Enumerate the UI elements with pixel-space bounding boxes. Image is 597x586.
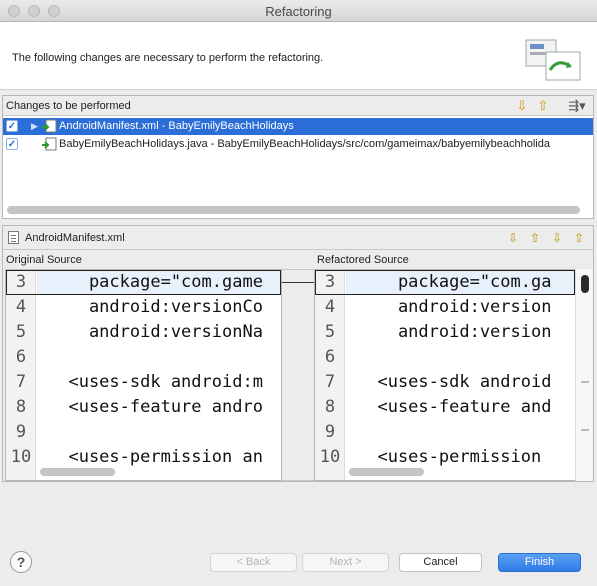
original-horizontal-scrollbar[interactable] bbox=[40, 468, 115, 476]
code-line: 5 android:versionNa bbox=[6, 320, 281, 345]
diff-connector-strip bbox=[282, 269, 314, 481]
code-line: 6 bbox=[315, 345, 575, 370]
line-number: 3 bbox=[324, 272, 336, 292]
change-checkbox[interactable]: ✓ bbox=[6, 138, 18, 150]
line-number: 3 bbox=[15, 272, 27, 292]
line-number: 8 bbox=[324, 397, 336, 417]
original-source-pane[interactable]: 3 package="com.game 4 android:versionCo 5 … bbox=[5, 269, 282, 481]
line-number: 7 bbox=[324, 372, 336, 392]
line-number: 9 bbox=[324, 422, 336, 442]
change-item-label: AndroidManifest.xml - BabyEmilyBeachHoli… bbox=[59, 120, 294, 132]
code-line: 9 bbox=[315, 420, 575, 445]
code-line: 4 android:versionCo bbox=[6, 295, 281, 320]
code-line: 4 android:version bbox=[315, 295, 575, 320]
line-number: 9 bbox=[15, 422, 27, 442]
cancel-button[interactable]: Cancel bbox=[399, 553, 482, 572]
code-line: 6 bbox=[6, 345, 281, 370]
line-number: 6 bbox=[15, 347, 27, 367]
code-text: <uses-sdk android:m bbox=[48, 372, 263, 392]
code-line: 9 bbox=[6, 420, 281, 445]
overview-marker bbox=[581, 429, 589, 431]
finish-button[interactable]: Finish bbox=[498, 553, 581, 572]
changes-title: Changes to be performed bbox=[6, 100, 131, 112]
line-number: 10 bbox=[319, 447, 341, 467]
code-line: 8 <uses-feature andro bbox=[6, 395, 281, 420]
line-number: 6 bbox=[324, 347, 336, 367]
code-text: <uses-feature and bbox=[357, 397, 552, 417]
change-item-java[interactable]: ✓ BabyEmilyBeachHolidays.java - BabyEmil… bbox=[3, 136, 593, 153]
changes-panel-header: Changes to be performed ⇩ ⇧ ⇶▾ bbox=[3, 96, 593, 116]
next-button[interactable]: Next > bbox=[302, 553, 389, 572]
filter-changes-dropdown-icon[interactable]: ⇶▾ bbox=[564, 98, 590, 114]
changes-horizontal-scrollbar[interactable] bbox=[7, 206, 580, 214]
xml-file-icon bbox=[8, 231, 19, 244]
code-text: <uses-permission bbox=[357, 447, 542, 467]
window-title: Refactoring bbox=[265, 4, 332, 19]
code-text: <uses-sdk android bbox=[357, 372, 552, 392]
code-line: 10 <uses-permission an bbox=[6, 445, 281, 470]
code-line: 3 package="com.game bbox=[6, 270, 281, 295]
code-line: 7 <uses-sdk android bbox=[315, 370, 575, 395]
title-bar: Refactoring bbox=[0, 0, 597, 22]
expand-arrow-icon[interactable]: ▶ bbox=[31, 118, 38, 135]
compare-vertical-scrollbar[interactable] bbox=[575, 269, 593, 481]
next-change-icon[interactable]: ⇩ bbox=[514, 98, 530, 114]
line-number: 5 bbox=[324, 322, 336, 342]
code-text: android:version bbox=[357, 297, 552, 317]
java-file-change-icon bbox=[42, 137, 57, 151]
changes-panel: Changes to be performed ⇩ ⇧ ⇶▾ ✓ ▶ Andro… bbox=[2, 95, 594, 219]
refactored-source-pane[interactable]: 3 package="com.ga 4 android:version 5 andr… bbox=[314, 269, 576, 481]
line-number: 5 bbox=[15, 322, 27, 342]
vertical-scroll-thumb[interactable] bbox=[581, 275, 589, 293]
code-text: package="com.ga bbox=[357, 272, 552, 292]
refactored-source-label: Refactored Source bbox=[317, 254, 409, 266]
code-text: package="com.game bbox=[48, 272, 263, 292]
original-source-label: Original Source bbox=[6, 254, 82, 266]
code-text: android:version bbox=[357, 322, 552, 342]
overview-marker bbox=[581, 381, 589, 383]
line-number: 10 bbox=[10, 447, 32, 467]
back-button[interactable]: < Back bbox=[210, 553, 297, 572]
next-difference-icon[interactable]: ⇩ bbox=[505, 230, 521, 246]
previous-difference-icon[interactable]: ⇧ bbox=[527, 230, 543, 246]
code-text: <uses-permission an bbox=[48, 447, 263, 467]
line-number: 4 bbox=[324, 297, 336, 317]
help-button[interactable]: ? bbox=[10, 551, 32, 573]
compare-header: AndroidManifest.xml ⇩ ⇧ ⇩ ⇧ bbox=[3, 226, 593, 250]
previous-change-icon[interactable]: ⇧ bbox=[535, 98, 551, 114]
compare-file-name: AndroidManifest.xml bbox=[25, 232, 125, 244]
next-change-compare-icon[interactable]: ⇩ bbox=[549, 230, 565, 246]
code-text: android:versionNa bbox=[48, 322, 263, 342]
change-checkbox[interactable]: ✓ bbox=[6, 120, 18, 132]
header-message: The following changes are necessary to p… bbox=[12, 52, 324, 64]
change-item-manifest[interactable]: ✓ ▶ AndroidManifest.xml - BabyEmilyBeach… bbox=[3, 118, 593, 135]
xml-file-change-icon bbox=[42, 119, 57, 133]
code-text: android:versionCo bbox=[48, 297, 263, 317]
code-line: 8 <uses-feature and bbox=[315, 395, 575, 420]
diff-connector-line bbox=[282, 282, 314, 283]
code-text: <uses-feature andro bbox=[48, 397, 263, 417]
previous-change-compare-icon[interactable]: ⇧ bbox=[571, 230, 587, 246]
refactoring-wizard-icon bbox=[525, 39, 581, 81]
line-number: 4 bbox=[15, 297, 27, 317]
line-number: 8 bbox=[15, 397, 27, 417]
code-line: 10 <uses-permission bbox=[315, 445, 575, 470]
code-line: 7 <uses-sdk android:m bbox=[6, 370, 281, 395]
line-number: 7 bbox=[15, 372, 27, 392]
compare-panel: AndroidManifest.xml ⇩ ⇧ ⇩ ⇧ Original Sou… bbox=[2, 225, 594, 482]
code-line: 5 android:version bbox=[315, 320, 575, 345]
refactored-horizontal-scrollbar[interactable] bbox=[349, 468, 424, 476]
change-item-label: BabyEmilyBeachHolidays.java - BabyEmilyB… bbox=[59, 138, 550, 150]
wizard-header: The following changes are necessary to p… bbox=[0, 22, 597, 90]
code-line: 3 package="com.ga bbox=[315, 270, 575, 295]
